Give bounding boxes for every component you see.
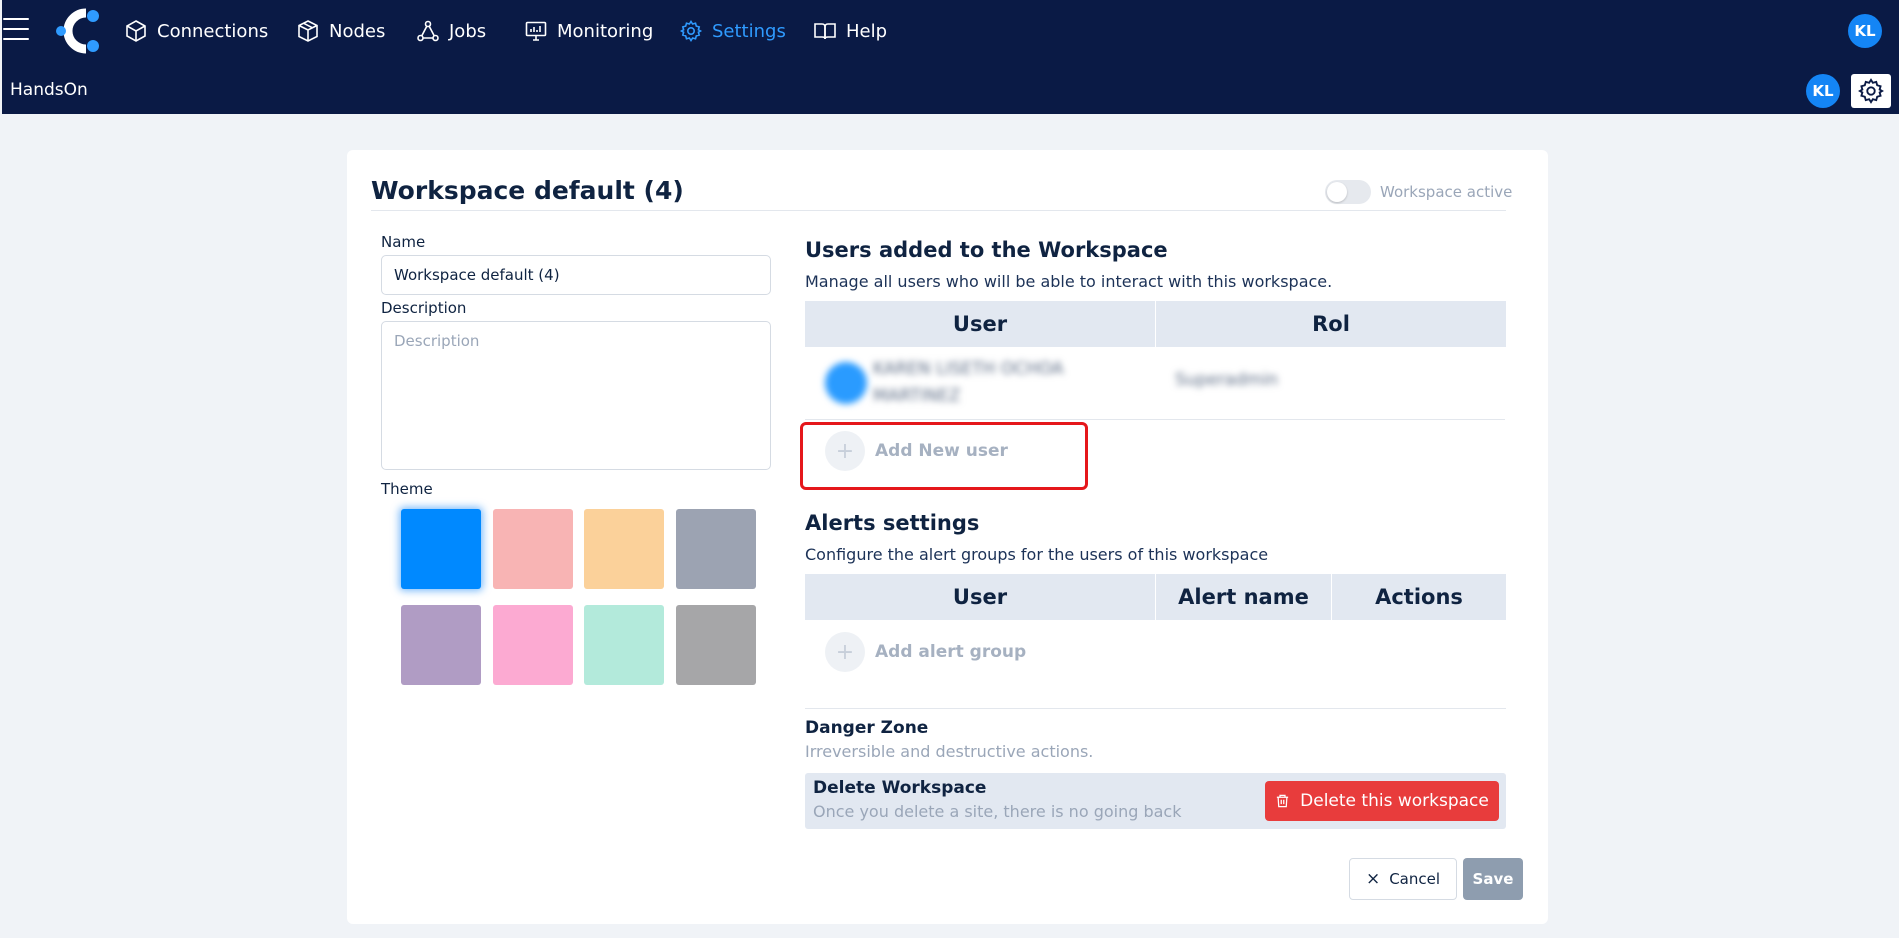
theme-label: Theme xyxy=(381,480,433,498)
title-divider xyxy=(371,210,1506,211)
delete-workspace-subtitle: Once you delete a site, there is no goin… xyxy=(813,802,1182,821)
nav-help-label: Help xyxy=(846,20,888,42)
user-avatar[interactable]: KL xyxy=(1848,14,1882,48)
page-title: Workspace default (4) xyxy=(371,176,684,205)
table-row[interactable]: KAREN LISETH OCHOA MARTINEZ Superadmin xyxy=(805,348,1505,420)
nav-settings[interactable]: Settings xyxy=(679,16,786,46)
boxes-icon xyxy=(298,20,318,42)
workspace-bar xyxy=(2,62,1899,114)
workspace-settings-button[interactable] xyxy=(1851,74,1891,108)
workspace-active-toggle[interactable] xyxy=(1325,180,1371,204)
workspace-user-avatar-initials: KL xyxy=(1812,82,1834,100)
theme-swatch-salmon[interactable] xyxy=(493,509,573,589)
theme-swatch-slate[interactable] xyxy=(676,509,756,589)
users-table-header: User Rol xyxy=(805,301,1506,347)
share-nodes-icon xyxy=(417,20,439,42)
danger-divider xyxy=(805,708,1506,709)
description-label: Description xyxy=(381,299,467,317)
theme-swatch-blue[interactable] xyxy=(401,509,481,589)
user-name: KAREN LISETH OCHOA MARTINEZ xyxy=(873,359,1064,406)
delete-workspace-label: Delete this workspace xyxy=(1300,791,1489,811)
workspace-brand: HandsOn xyxy=(10,80,88,100)
delete-workspace-title: Delete Workspace xyxy=(813,778,987,798)
nav-settings-label: Settings xyxy=(712,20,786,42)
nav-jobs-label: Jobs xyxy=(449,20,487,42)
theme-swatch-peach[interactable] xyxy=(584,509,664,589)
workspace-user-avatar[interactable]: KL xyxy=(1806,74,1840,108)
user-role: Superadmin xyxy=(1175,370,1279,390)
nav-nodes-label: Nodes xyxy=(329,20,386,42)
danger-zone-subtitle: Irreversible and destructive actions. xyxy=(805,742,1094,761)
alerts-section-subtitle: Configure the alert groups for the users… xyxy=(805,545,1269,564)
app-logo[interactable] xyxy=(56,7,102,55)
alerts-column-alert-name: Alert name xyxy=(1156,574,1332,620)
plus-icon: + xyxy=(825,632,865,672)
top-navbar xyxy=(2,0,1899,62)
users-column-user: User xyxy=(805,301,1156,347)
save-label: Save xyxy=(1472,870,1514,888)
workspace-active-label: Workspace active xyxy=(1380,183,1513,201)
trash-icon xyxy=(1277,794,1289,808)
close-icon: × xyxy=(1365,868,1381,889)
gear-icon xyxy=(679,20,703,42)
cancel-label: Cancel xyxy=(1389,870,1441,888)
theme-swatch-lavender[interactable] xyxy=(401,605,481,685)
alerts-column-user: User xyxy=(805,574,1156,620)
gear-icon xyxy=(1858,78,1884,104)
nav-help[interactable]: Help xyxy=(813,16,887,46)
add-alert-group-label: Add alert group xyxy=(875,642,1027,662)
add-alert-group-button[interactable]: + Add alert group xyxy=(825,632,1026,672)
alerts-section-title: Alerts settings xyxy=(805,511,980,535)
save-button[interactable]: Save xyxy=(1463,858,1523,900)
hamburger-menu-icon[interactable] xyxy=(3,18,29,40)
monitor-icon xyxy=(525,21,547,41)
users-section-subtitle: Manage all users who will be able to int… xyxy=(805,272,1333,291)
theme-swatch-pink[interactable] xyxy=(493,605,573,685)
cancel-button[interactable]: × Cancel xyxy=(1349,858,1457,900)
nav-connections[interactable]: Connections xyxy=(124,16,268,46)
theme-swatch-gray[interactable] xyxy=(676,605,756,685)
danger-zone-title: Danger Zone xyxy=(805,718,929,738)
users-section-title: Users added to the Workspace xyxy=(805,238,1168,262)
description-field[interactable]: Description xyxy=(381,321,771,470)
nav-connections-label: Connections xyxy=(157,20,269,42)
user-avatar-initials: KL xyxy=(1854,22,1876,40)
delete-workspace-button[interactable]: Delete this workspace xyxy=(1265,781,1499,821)
book-icon xyxy=(814,23,836,40)
avatar xyxy=(825,362,867,404)
alerts-table-header: User Alert name Actions xyxy=(805,574,1506,620)
nav-jobs[interactable]: Jobs xyxy=(416,16,486,46)
name-label: Name xyxy=(381,233,426,251)
alerts-column-actions: Actions xyxy=(1375,585,1463,609)
nav-nodes[interactable]: Nodes xyxy=(296,16,385,46)
cube-icon xyxy=(126,20,146,42)
nav-monitoring-label: Monitoring xyxy=(557,20,654,42)
nav-monitoring[interactable]: Monitoring xyxy=(524,16,653,46)
annotation-highlight-box xyxy=(800,422,1088,490)
theme-swatch-mint[interactable] xyxy=(584,605,664,685)
users-column-rol: Rol xyxy=(1312,312,1350,336)
name-field[interactable]: Workspace default (4) xyxy=(381,255,771,295)
